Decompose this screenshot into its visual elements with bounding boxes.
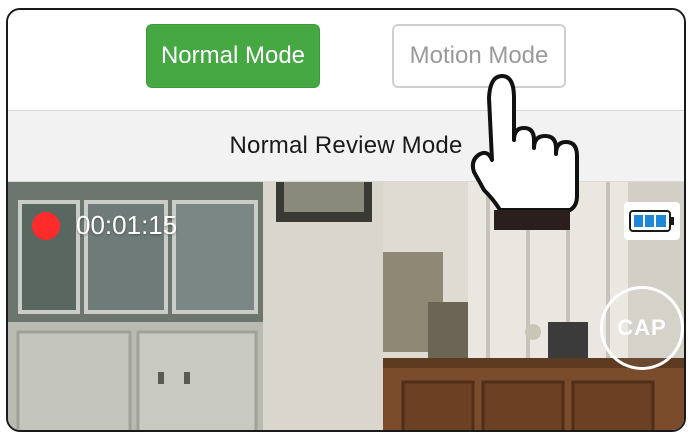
battery-full-icon: [624, 202, 680, 240]
app-frame: Normal Mode Motion Mode Normal Review Mo…: [6, 8, 686, 432]
review-mode-title: Normal Review Mode: [229, 132, 463, 159]
capture-button[interactable]: CAP: [600, 286, 684, 370]
motion-mode-button[interactable]: Motion Mode: [392, 24, 566, 88]
recording-timer: 00:01:15: [76, 210, 178, 240]
recording-indicator: 00:01:15: [32, 210, 177, 241]
normal-mode-button[interactable]: Normal Mode: [146, 24, 320, 88]
record-dot-icon: [32, 211, 60, 240]
mode-toolbar: Normal Mode Motion Mode: [8, 10, 684, 110]
video-feed: 00:01:15 CAP: [8, 182, 684, 430]
review-mode-bar: Normal Review Mode: [8, 110, 684, 182]
